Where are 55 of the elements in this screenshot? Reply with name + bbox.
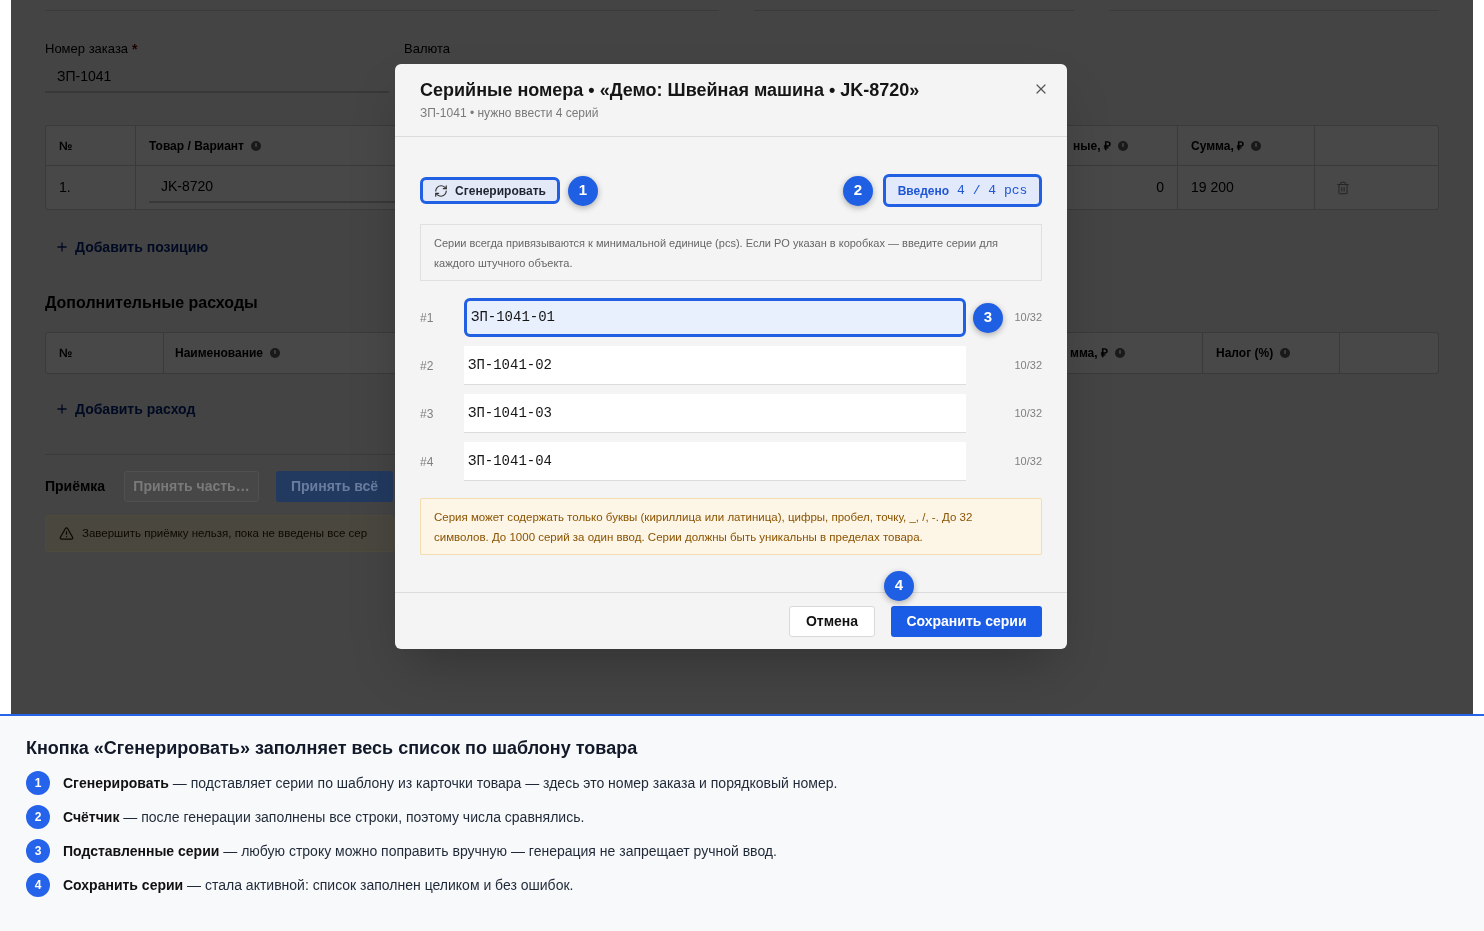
char-count: 10/32 bbox=[1013, 310, 1042, 326]
row-index: #4 bbox=[420, 453, 435, 471]
field-label: Валюта bbox=[404, 41, 450, 57]
rules-text: Серия может содержать только буквы (кириллица или латиница), цифры, пробел, точку, _, /, -. До 32 символов. До 1000 серий за один ввод. Серии должны быть уникальны в пределах товара. bbox=[434, 509, 974, 545]
save-button[interactable]: Сохранить серии bbox=[891, 605, 1042, 637]
column-header: Сумма, ₽ bbox=[1191, 137, 1245, 155]
step-badge: 4 bbox=[884, 570, 914, 601]
step-badge: 1 bbox=[568, 175, 598, 206]
char-count: 10/32 bbox=[1013, 406, 1042, 422]
step-number: 4 bbox=[26, 873, 50, 897]
cancel-button[interactable]: Отмена bbox=[789, 605, 875, 637]
required-mark: * bbox=[132, 41, 138, 57]
step-badge: 2 bbox=[843, 175, 873, 206]
field-label: Номер заказа bbox=[45, 41, 129, 57]
column-header: мма, ₽ bbox=[1070, 345, 1108, 362]
table-cell-text: 0 bbox=[1156, 178, 1164, 197]
row-index: #1 bbox=[420, 309, 435, 327]
section-title: Дополнительные расходы bbox=[45, 293, 258, 313]
plus-icon bbox=[55, 240, 69, 254]
step-number: 2 bbox=[26, 805, 50, 829]
hint-text: Серии всегда привязываются к минимальной единице (pcs). Если PO указан в коробках — введите серии для каждого штучного объекта. bbox=[434, 235, 1000, 271]
serial-input[interactable]: ЗП-1041-02 bbox=[464, 346, 966, 385]
section-title: Приёмка bbox=[45, 477, 107, 496]
row-index: #3 bbox=[420, 405, 435, 423]
column-header: Налог (%) bbox=[1216, 345, 1274, 362]
counter-value: 4 / 4 pcs bbox=[957, 181, 1028, 200]
legend-title: Кнопка «Сгенерировать» заполняет весь список по шаблону товара bbox=[26, 737, 638, 760]
refresh-icon bbox=[434, 183, 449, 198]
warning-icon bbox=[59, 526, 74, 541]
dialog-subtitle: ЗП-1041 • нужно ввести 4 серий bbox=[420, 106, 600, 120]
serial-input[interactable]: ЗП-1041-03 bbox=[464, 394, 966, 433]
legend-text: Счётчик — после генерации заполнены все строки, поэтому числа сравнялись. bbox=[63, 807, 585, 827]
dialog-title: Серийные номера • «Демо: Швейная машина • JK-8720» bbox=[420, 79, 920, 102]
generate-button[interactable]: Сгенерировать bbox=[420, 177, 560, 204]
legend-text: Подставленные серии — любую строку можно поправить вручную — генерация не запрещает ручной ввод. bbox=[63, 841, 777, 861]
column-header: № bbox=[59, 345, 73, 362]
legend-text: Сохранить серии — стала активной: список заполнен целиком и без ошибок. bbox=[63, 875, 574, 895]
char-count: 10/32 bbox=[1013, 358, 1042, 374]
legend-text: Сгенерировать — подставляет серии по шаблону из карточки товара — здесь это номер заказа и порядковый номер. bbox=[63, 773, 838, 793]
column-header: № bbox=[59, 137, 73, 155]
column-header: Товар / Вариант bbox=[149, 137, 244, 155]
table-cell-text: 19 200 bbox=[1191, 178, 1234, 197]
table-cell-text: 1. bbox=[59, 178, 71, 197]
plus-icon bbox=[55, 402, 69, 416]
counter-label: Введено bbox=[897, 182, 950, 200]
serial-input[interactable]: ЗП-1041-01 bbox=[464, 298, 966, 337]
warning-text: Завершить приёмку нельзя, пока не введены все сер bbox=[82, 525, 368, 541]
step-badge: 3 bbox=[973, 302, 1003, 333]
column-header: ные, ₽ bbox=[1073, 137, 1111, 155]
serial-input[interactable]: ЗП-1041-04 bbox=[464, 442, 966, 481]
step-number: 3 bbox=[26, 839, 50, 863]
column-header: Наименование bbox=[175, 345, 264, 362]
step-number: 1 bbox=[26, 771, 50, 795]
row-index: #2 bbox=[420, 357, 435, 375]
char-count: 10/32 bbox=[1013, 454, 1042, 470]
